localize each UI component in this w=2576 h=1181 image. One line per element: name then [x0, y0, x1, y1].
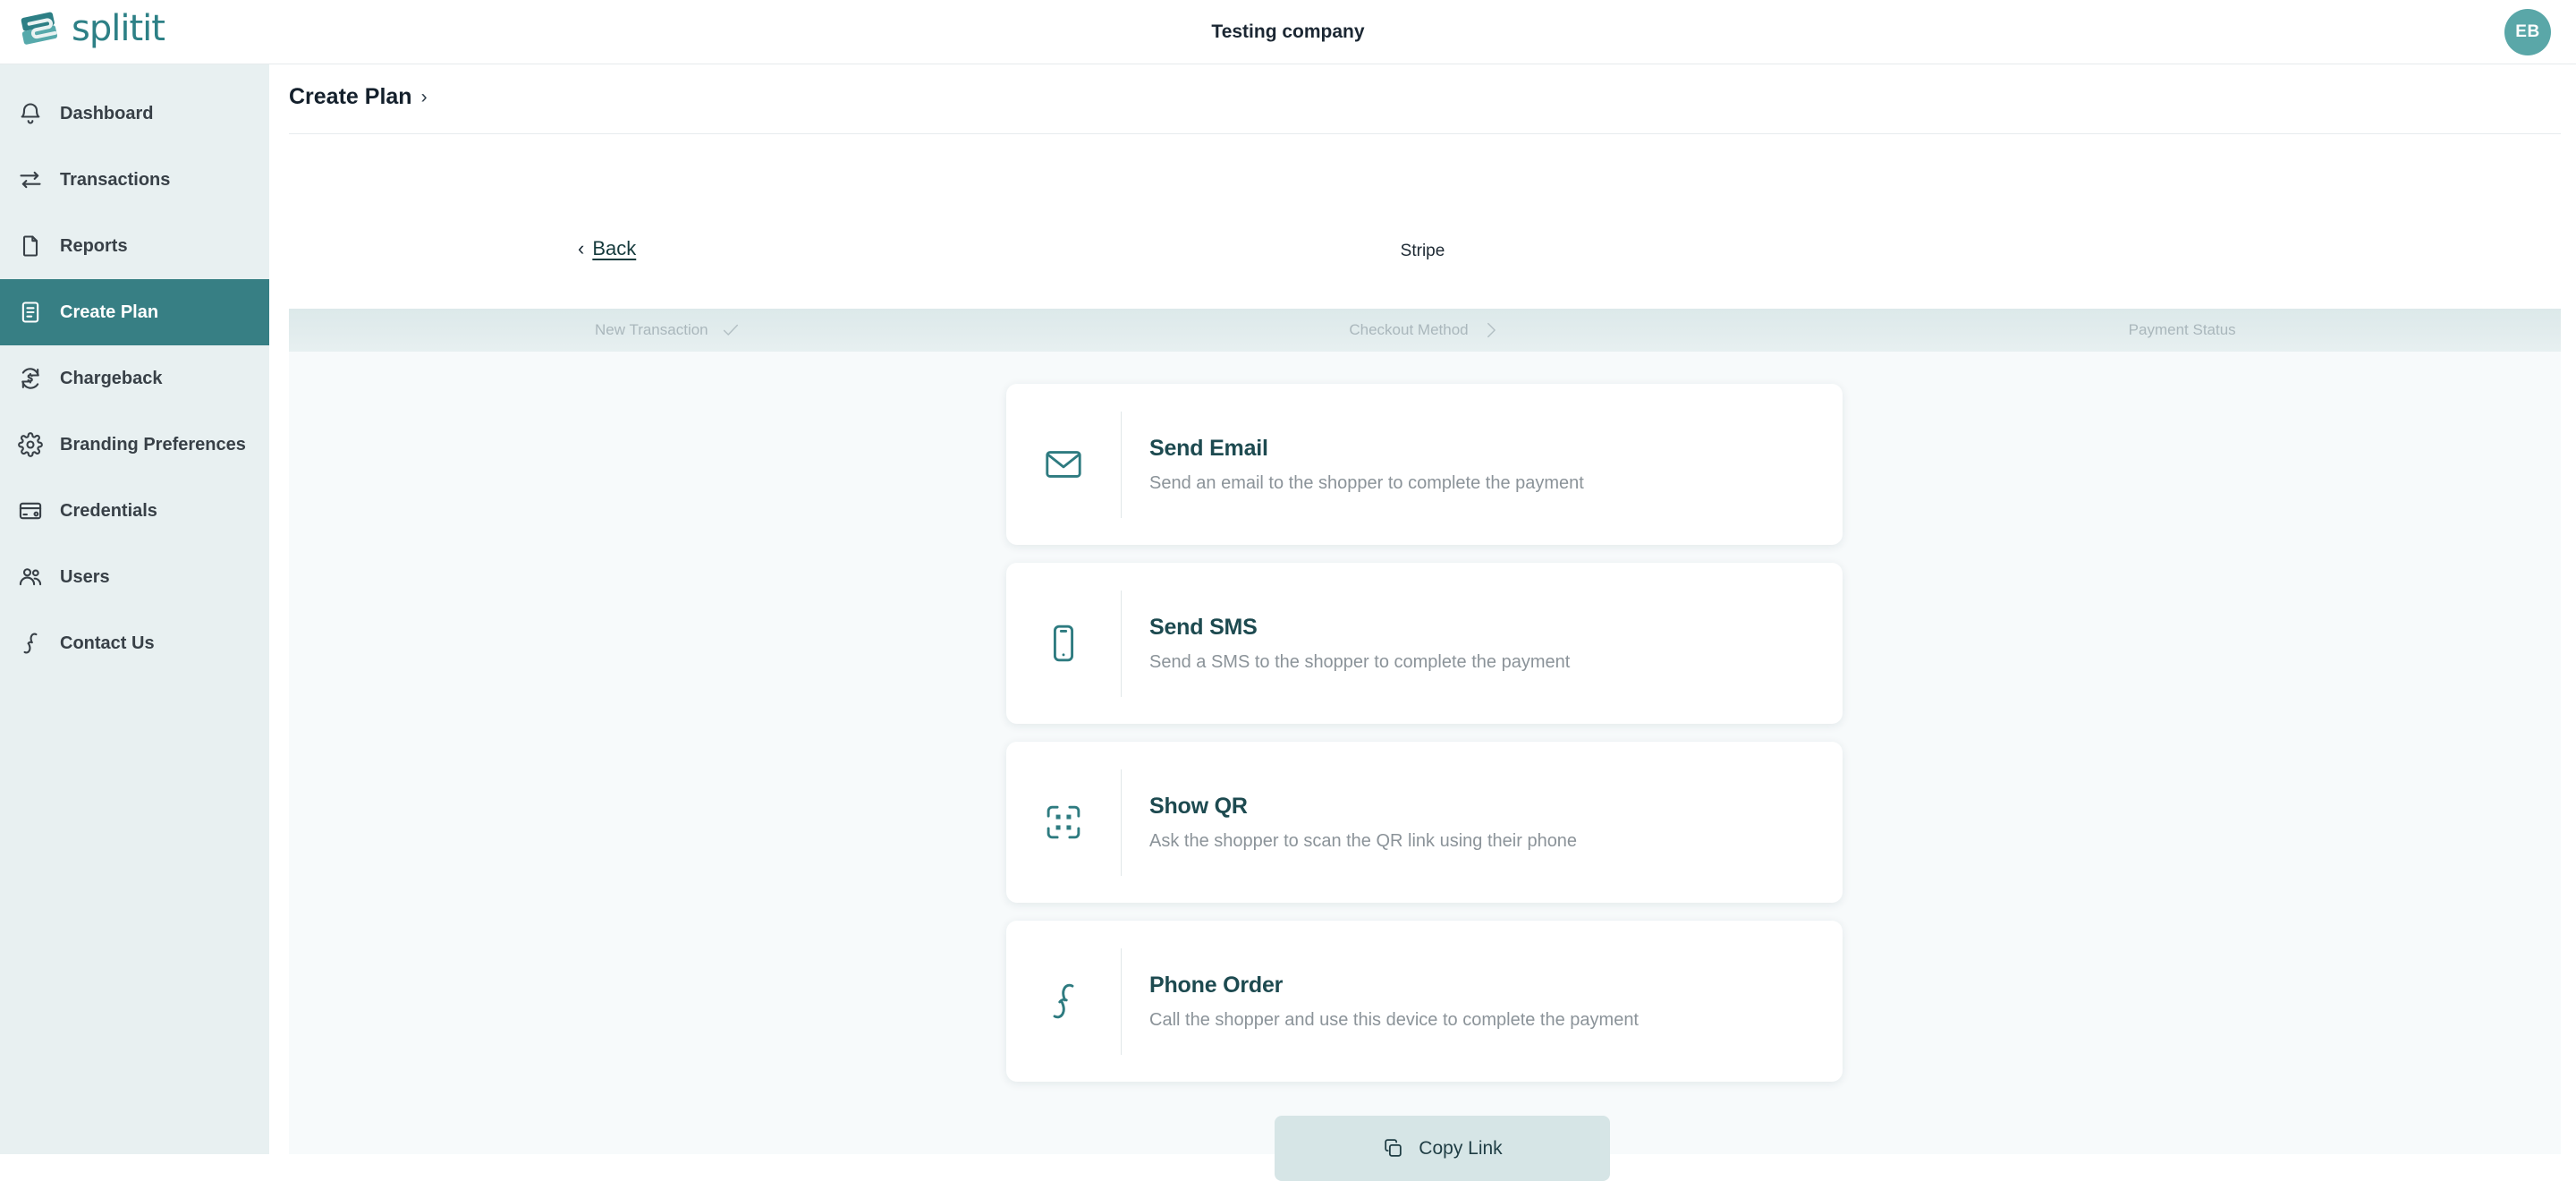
sidebar-item-label: Chargeback [60, 368, 163, 388]
step-label: Payment Status [2128, 321, 2236, 338]
sidebar-nav: Dashboard Transactions Reports Create Pl… [0, 64, 269, 1154]
sidebar-item-contact-us[interactable]: Contact Us [0, 610, 269, 676]
copy-icon [1382, 1137, 1404, 1160]
breadcrumb[interactable]: Create Plan › [289, 84, 428, 110]
sidebar-item-label: Create Plan [60, 302, 159, 322]
envelope-icon [1006, 444, 1121, 485]
option-title: Phone Order [1149, 972, 1284, 998]
sidebar-item-credentials[interactable]: Credentials [0, 478, 269, 544]
sidebar-item-chargeback[interactable]: Chargeback [0, 345, 269, 412]
phone-handset-icon [1006, 981, 1121, 1022]
sidebar-item-reports[interactable]: Reports [0, 213, 269, 279]
qr-scan-icon [1006, 802, 1121, 843]
copy-link-button[interactable]: Copy Link [1275, 1116, 1610, 1181]
option-card-body: Send SMS Send a SMS to the shopper to co… [1122, 615, 1570, 673]
user-avatar[interactable]: EB [2504, 9, 2551, 55]
phone-icon [17, 630, 44, 657]
copy-link-label: Copy Link [1419, 1137, 1503, 1159]
breadcrumb-label: Create Plan [289, 84, 412, 109]
step-checkout-method[interactable]: Checkout Method [1046, 320, 1804, 340]
gear-icon [17, 431, 44, 458]
option-card-send-email[interactable]: Send Email Send an email to the shopper … [1006, 384, 1843, 545]
chevron-right-icon [1481, 320, 1501, 340]
top-header-bar: splitit Testing company EB [0, 0, 2576, 64]
transfer-icon [17, 166, 44, 193]
option-card-show-qr[interactable]: Show QR Ask the shopper to scan the QR l… [1006, 742, 1843, 903]
sidebar-item-branding-preferences[interactable]: Branding Preferences [0, 412, 269, 478]
step-payment-status[interactable]: Payment Status [1803, 321, 2561, 339]
card-icon [17, 497, 44, 524]
document-icon [17, 233, 44, 259]
option-card-send-sms[interactable]: Send SMS Send a SMS to the shopper to co… [1006, 563, 1843, 724]
option-title: Show QR [1149, 793, 1248, 819]
option-card-phone-order[interactable]: Phone Order Call the shopper and use thi… [1006, 921, 1843, 1082]
sidebar-item-label: Credentials [60, 500, 157, 521]
sidebar-item-label: Branding Preferences [60, 434, 246, 455]
option-description: Send a SMS to the shopper to complete th… [1149, 651, 1571, 672]
progress-stepper: New Transaction Checkout Method Payment … [289, 309, 2561, 352]
sidebar-item-label: Reports [60, 235, 128, 256]
sidebar-item-label: Dashboard [60, 103, 154, 123]
main-content: Create Plan › ‹ Back Stripe New Transact… [269, 64, 2576, 1181]
sidebar-item-label: Users [60, 566, 110, 587]
step-label: New Transaction [595, 321, 708, 338]
plan-list-icon [17, 299, 44, 326]
option-title: Send SMS [1149, 614, 1258, 640]
step-label: Checkout Method [1349, 321, 1469, 338]
step-new-transaction[interactable]: New Transaction [289, 320, 1046, 340]
sidebar-item-dashboard[interactable]: Dashboard [0, 81, 269, 147]
header-divider [289, 133, 2561, 134]
check-icon [721, 320, 741, 340]
option-title: Send Email [1149, 435, 1268, 461]
chevron-right-icon: › [420, 86, 428, 107]
refund-icon [17, 365, 44, 392]
checkout-method-options: Send Email Send an email to the shopper … [1006, 384, 1843, 1100]
sidebar-item-users[interactable]: Users [0, 544, 269, 610]
sidebar-item-label: Transactions [60, 169, 171, 190]
sidebar-item-label: Contact Us [60, 633, 155, 653]
users-icon [17, 564, 44, 590]
sidebar-item-transactions[interactable]: Transactions [0, 147, 269, 213]
gateway-label: Stripe [1400, 242, 1445, 260]
option-description: Send an email to the shopper to complete… [1149, 472, 1584, 493]
company-title: Testing company [1211, 21, 1365, 42]
bell-icon [17, 100, 44, 127]
option-card-body: Phone Order Call the shopper and use thi… [1122, 973, 1639, 1031]
option-card-body: Show QR Ask the shopper to scan the QR l… [1122, 794, 1577, 852]
option-description: Ask the shopper to scan the QR link usin… [1149, 830, 1578, 851]
mobile-phone-icon [1006, 623, 1121, 664]
sidebar-item-create-plan[interactable]: Create Plan [0, 279, 269, 345]
option-card-body: Send Email Send an email to the shopper … [1122, 436, 1584, 494]
option-description: Call the shopper and use this device to … [1149, 1009, 1639, 1030]
